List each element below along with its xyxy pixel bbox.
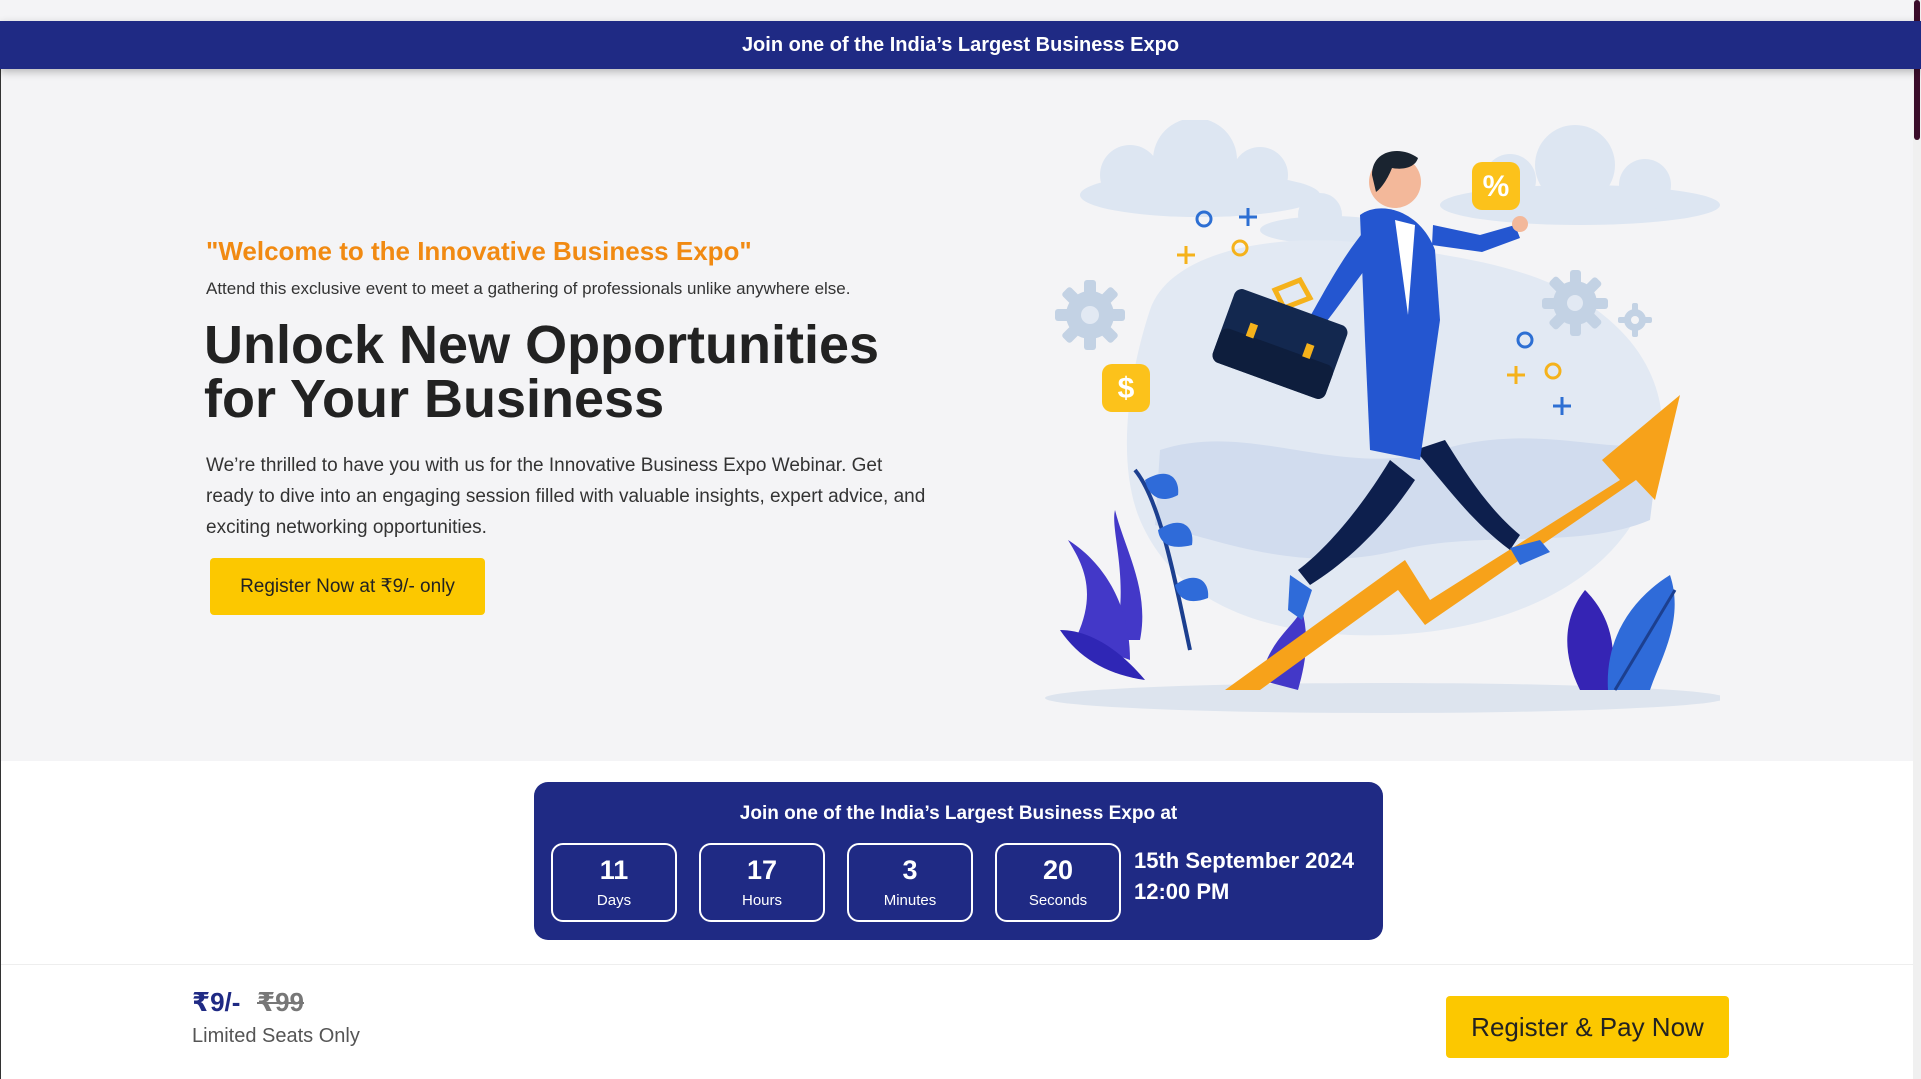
- gear-right-icon: [1542, 270, 1608, 336]
- price-current: ₹9/-: [192, 987, 241, 1017]
- countdown-minutes: 3 Minutes: [847, 843, 973, 922]
- countdown-seconds: 20 Seconds: [995, 843, 1121, 922]
- gear-icon: [1055, 280, 1125, 350]
- countdown-minutes-value: 3: [902, 855, 918, 885]
- svg-text:%: %: [1483, 170, 1510, 203]
- page-title: Unlock New Opportunities for Your Busine…: [204, 315, 880, 429]
- countdown-title: Join one of the India’s Largest Business…: [739, 803, 1178, 824]
- countdown-seconds-value: 20: [1042, 855, 1074, 885]
- hero-illustration: % $: [1045, 120, 1720, 713]
- countdown-panel: Join one of the India’s Largest Business…: [534, 782, 1383, 940]
- countdown-hours-value: 17: [746, 855, 778, 885]
- cloud-left-icon: [1080, 120, 1320, 217]
- svg-text:$: $: [1118, 372, 1135, 405]
- countdown-days-value: 11: [599, 855, 629, 885]
- banner-text: Join one of the India’s Largest Business…: [741, 33, 1180, 56]
- limited-seats-note: Limited Seats Only: [192, 1025, 360, 1047]
- attend-subtext: Attend this exclusive event to meet a ga…: [206, 279, 851, 298]
- event-time: 12:00 PM: [1134, 879, 1230, 904]
- countdown-days-label: Days: [596, 892, 632, 909]
- countdown-hours-label: Hours: [741, 892, 782, 909]
- countdown-days: 11 Days: [551, 843, 677, 922]
- countdown-seconds-label: Seconds: [1028, 892, 1088, 909]
- countdown-hours: 17 Hours: [699, 843, 825, 922]
- welcome-tagline: "Welcome to the Innovative Business Expo…: [206, 236, 752, 266]
- gear-small-icon: [1618, 303, 1652, 337]
- scrollbar-track[interactable]: [1913, 0, 1921, 1079]
- register-now-button[interactable]: Register Now at ₹9/- only: [210, 558, 485, 615]
- event-date: 15th September 2024: [1134, 848, 1355, 873]
- sticky-footer: ₹9/- ₹99 Limited Seats Only Register & P…: [0, 964, 1921, 1079]
- window-edge: [0, 69, 1, 1079]
- register-pay-button[interactable]: Register & Pay Now: [1446, 996, 1729, 1058]
- top-banner: Join one of the India’s Largest Business…: [0, 21, 1921, 69]
- hero-description: We’re thrilled to have you with us for t…: [206, 455, 926, 538]
- dollar-badge-icon: $: [1102, 364, 1150, 412]
- price-original: ₹99: [257, 987, 305, 1017]
- percent-badge-icon: %: [1472, 162, 1520, 210]
- top-strip: [0, 0, 1921, 21]
- countdown-minutes-label: Minutes: [883, 892, 937, 909]
